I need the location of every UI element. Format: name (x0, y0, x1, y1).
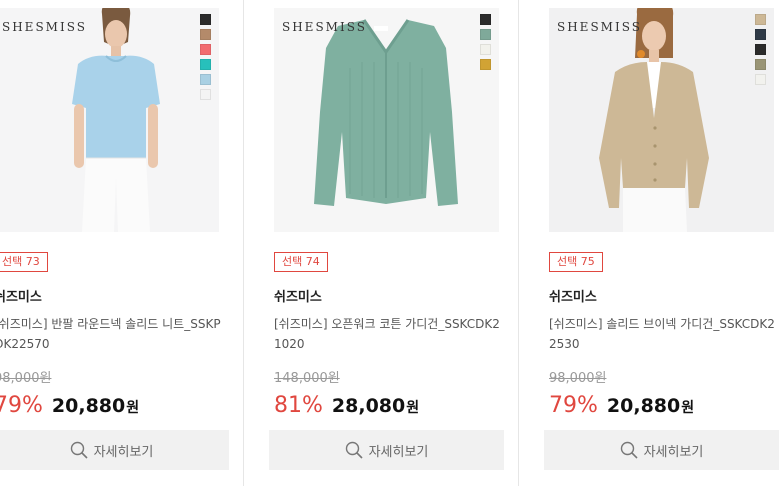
original-price: 98,000원 (549, 371, 607, 386)
button-label: 자세히보기 (368, 444, 429, 460)
color-swatch (755, 74, 766, 85)
brand-name[interactable]: 쉬즈미스 (0, 286, 42, 305)
brand-logo: SHESMISS (557, 20, 642, 34)
sale-price: 28,080 (331, 395, 406, 417)
currency-unit: 원 (126, 400, 140, 416)
brand-logo: SHESMISS (282, 20, 367, 34)
color-swatch (755, 59, 766, 70)
product-image[interactable]: SHESMISS (274, 8, 499, 232)
color-swatch (755, 14, 766, 25)
product-card[interactable]: SHESMISS 선택 75 쉬즈미스 [쉬즈미스] 솔리드 브이넥 가디건_S… (544, 0, 784, 486)
view-details-button[interactable]: 자세히보기 (269, 430, 504, 470)
price-row: 79% 20,880 원 (0, 393, 139, 418)
product-title[interactable]: [쉬즈미스] 솔리드 브이넥 가디건_SSKCDK22530 (549, 314, 777, 354)
discount-rate: 79% (549, 393, 598, 418)
brand-name[interactable]: 쉬즈미스 (274, 286, 322, 305)
discount-rate: 79% (0, 393, 43, 418)
color-swatch (200, 44, 211, 55)
color-swatch (200, 14, 211, 25)
brand-name[interactable]: 쉬즈미스 (549, 286, 597, 305)
color-swatch (200, 74, 211, 85)
color-swatch (480, 44, 491, 55)
currency-unit: 원 (681, 400, 695, 416)
product-image[interactable] (0, 8, 219, 232)
color-swatch (755, 29, 766, 40)
search-icon (620, 441, 638, 459)
color-swatches (200, 14, 211, 100)
color-swatch (200, 29, 211, 40)
price-row: 79% 20,880 원 (549, 393, 694, 418)
discount-rate: 81% (274, 393, 323, 418)
product-card[interactable]: 선택 73 쉬즈미스 [쉬즈미스] 반팔 라운드넥 솔리드 니트_SSKPOK2… (0, 0, 229, 486)
currency-unit: 원 (406, 400, 420, 416)
color-swatch (200, 89, 211, 100)
color-swatch (755, 44, 766, 55)
sale-price: 20,880 (606, 395, 681, 417)
original-price: 148,000원 (274, 371, 340, 386)
color-swatches (755, 14, 766, 85)
product-title[interactable]: [쉬즈미스] 반팔 라운드넥 솔리드 니트_SSKPOK22570 (0, 314, 222, 354)
column-divider (518, 0, 519, 486)
selection-badge: 선택 74 (274, 252, 328, 272)
color-swatch (480, 29, 491, 40)
selection-badge: 선택 75 (549, 252, 603, 272)
brand-logo: SHESMISS (2, 20, 87, 34)
selection-badge: 선택 73 (0, 252, 48, 272)
view-details-button[interactable]: 자세히보기 (0, 430, 229, 470)
price-row: 81% 28,080 원 (274, 393, 419, 418)
view-details-button[interactable]: 자세히보기 (544, 430, 779, 470)
color-swatch (480, 14, 491, 25)
product-card[interactable]: SHESMISS 선택 74 쉬즈미스 [쉬즈미스] 오픈워크 코튼 가디건_S… (269, 0, 509, 486)
product-image[interactable]: SHESMISS (549, 8, 774, 232)
product-title[interactable]: [쉬즈미스] 오픈워크 코튼 가디건_SSKCDK21020 (274, 314, 502, 354)
sale-price: 20,880 (51, 395, 126, 417)
button-label: 자세히보기 (643, 444, 704, 460)
original-price: 98,000원 (0, 371, 52, 386)
column-divider (243, 0, 244, 486)
search-icon (70, 441, 88, 459)
search-icon (345, 441, 363, 459)
color-swatch (480, 59, 491, 70)
button-label: 자세히보기 (93, 444, 154, 460)
color-swatch (200, 59, 211, 70)
color-swatches (480, 14, 491, 70)
